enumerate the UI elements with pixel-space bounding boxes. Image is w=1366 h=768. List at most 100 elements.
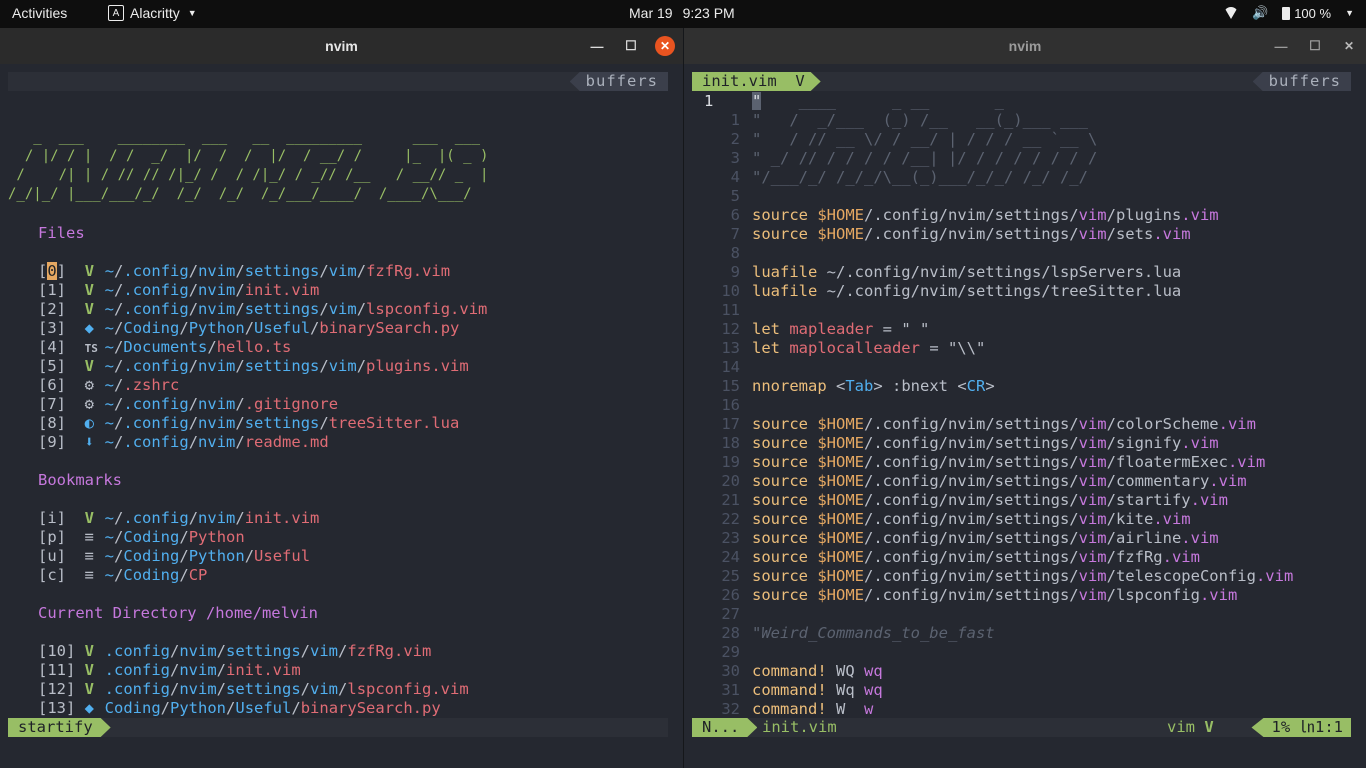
close-button[interactable]: ✕ bbox=[655, 36, 675, 56]
path-segment: nvim bbox=[179, 680, 217, 698]
vim-icon: V bbox=[786, 72, 805, 90]
code-line[interactable]: 15 nnoremap <Tab> :bnext <CR> bbox=[692, 377, 994, 396]
path-sep: / bbox=[235, 281, 245, 299]
list-item[interactable]: [p] ≡ ~/Coding/Python bbox=[38, 528, 245, 547]
path-sep: / bbox=[188, 509, 199, 527]
code-line[interactable]: 13 let maplocalleader = "\\" bbox=[692, 339, 985, 358]
line-number: 32 bbox=[721, 700, 740, 718]
path-sep: / bbox=[216, 680, 227, 698]
code-line[interactable]: 21 source $HOME/.config/nvim/settings/vim… bbox=[692, 491, 1228, 510]
line-number: 11 bbox=[721, 301, 740, 319]
list-item[interactable]: [1] V ~/.config/nvim/init.vim bbox=[38, 281, 319, 300]
code-line[interactable]: 29 bbox=[692, 643, 752, 662]
code-line[interactable]: 8 bbox=[692, 244, 752, 263]
list-item[interactable]: [10] V .config/nvim/settings/vim/fzfRg.vi… bbox=[38, 642, 431, 661]
path-segment: vim bbox=[328, 262, 357, 280]
list-item[interactable]: [4] TS ~/Documents/hello.ts bbox=[38, 338, 291, 357]
path-segment: settings bbox=[226, 680, 301, 698]
list-item[interactable]: [0] V ~/.config/nvim/settings/vim/fzfRg.v… bbox=[38, 262, 450, 281]
path-segment: ~ bbox=[104, 547, 115, 565]
list-item[interactable]: [7] ⚙ ~/.config/nvim/.gitignore bbox=[38, 395, 338, 414]
code-line[interactable]: 11 bbox=[692, 301, 752, 320]
entry-index: [13] bbox=[38, 699, 76, 717]
close-button[interactable]: ✕ bbox=[1339, 36, 1359, 56]
code-line[interactable]: 3 " _/ // / / / / /__| |/ / / / / / / / bbox=[692, 149, 1098, 168]
editor-screen[interactable]: init.vim V buffers 1 " ____ _ __ _ 1 " / _/… bbox=[692, 64, 1351, 768]
list-item[interactable]: [11] V .config/nvim/init.vim bbox=[38, 661, 301, 680]
line-number: 5 bbox=[730, 187, 740, 205]
path-segment: .config bbox=[104, 642, 170, 660]
startify-screen[interactable]: buffers _ ___ ________ ___ __ _________ … bbox=[8, 64, 668, 768]
list-item[interactable]: [2] V ~/.config/nvim/settings/vim/lspconf… bbox=[38, 300, 487, 319]
code-line[interactable]: 26 source $HOME/.config/nvim/settings/vim… bbox=[692, 586, 1237, 605]
battery-indicator: 100 % bbox=[1282, 6, 1331, 21]
path-segment: ~ bbox=[104, 300, 115, 318]
list-item[interactable]: [9] ⬇ ~/.config/nvim/readme.md bbox=[38, 433, 329, 452]
minimize-button[interactable]: — bbox=[1271, 36, 1291, 56]
path-segment: Useful bbox=[235, 699, 292, 717]
code-line[interactable]: 9 luafile ~/.config/nvim/settings/lspServ… bbox=[692, 263, 1182, 282]
code-line[interactable]: 1 " ____ _ __ _ bbox=[692, 92, 1004, 111]
code-line[interactable]: 16 bbox=[692, 396, 752, 415]
path-sep: / bbox=[235, 300, 245, 318]
path-segment: Python bbox=[170, 699, 227, 717]
code-line[interactable]: 24 source $HOME/.config/nvim/settings/vim… bbox=[692, 548, 1200, 567]
buffer-tab-active[interactable]: init.vim V bbox=[692, 72, 821, 91]
code-line[interactable]: 5 bbox=[692, 187, 752, 206]
code-line[interactable]: 4 "/___/_/ /_/_/\__(_)___/_/_/ /_/ /_/ bbox=[692, 168, 1088, 187]
code-line[interactable]: 14 bbox=[692, 358, 752, 377]
code-line[interactable]: 7 source $HOME/.config/nvim/settings/vim/… bbox=[692, 225, 1191, 244]
code-line[interactable]: 22 source $HOME/.config/nvim/settings/vim… bbox=[692, 510, 1190, 529]
code-line[interactable]: 20 source $HOME/.config/nvim/settings/vim… bbox=[692, 472, 1246, 491]
window-titlebar[interactable]: nvim — ☐ ✕ bbox=[0, 28, 683, 64]
window-titlebar[interactable]: nvim — ☐ ✕ bbox=[684, 28, 1366, 64]
entry-filename: fzfRg.vim bbox=[347, 642, 432, 660]
list-item[interactable]: [8] ◐ ~/.config/nvim/settings/treeSitter.… bbox=[38, 414, 459, 433]
code-line[interactable]: 6 source $HOME/.config/nvim/settings/vim/… bbox=[692, 206, 1219, 225]
system-tray[interactable]: 🔊 100 % ▼ bbox=[1224, 5, 1354, 21]
speaker-icon: 🔊 bbox=[1252, 5, 1269, 20]
path-sep: / bbox=[207, 338, 217, 356]
code-line[interactable]: 23 source $HOME/.config/nvim/settings/vim… bbox=[692, 529, 1219, 548]
banner-line: /_/|_/ |___/___/_/ /_/ /_/ /_/___/____/ … bbox=[8, 186, 472, 202]
code-line[interactable]: 1 " / _/___ (_) /__ __(_)___ ___ bbox=[692, 111, 1088, 130]
banner-line: / /| | / // // /|_/ / / /|_/ / _// /__ /… bbox=[8, 167, 489, 183]
line-number: 25 bbox=[721, 567, 740, 585]
list-item[interactable]: [5] V ~/.config/nvim/settings/vim/plugins… bbox=[38, 357, 469, 376]
path-segment: ~ bbox=[104, 395, 115, 413]
code-line[interactable]: 19 source $HOME/.config/nvim/settings/vim… bbox=[692, 453, 1265, 472]
maximize-button[interactable]: ☐ bbox=[621, 36, 641, 56]
list-item[interactable]: [u] ≡ ~/Coding/Python/Useful bbox=[38, 547, 310, 566]
line-text: source $HOME/.config/nvim/settings/vim/a… bbox=[752, 529, 1219, 547]
app-menu[interactable]: A Alacritty ▼ bbox=[108, 5, 197, 21]
clock[interactable]: Mar 19 9:23 PM bbox=[629, 5, 735, 21]
code-line[interactable]: 12 let mapleader = " " bbox=[692, 320, 929, 339]
code-line[interactable]: 2 " / // __ \/ / __/ | / / / __ `__ \ bbox=[692, 130, 1098, 149]
code-line[interactable]: 27 bbox=[692, 605, 752, 624]
code-line[interactable]: 32 command! W w bbox=[692, 700, 873, 719]
activities-button[interactable]: Activities bbox=[12, 5, 67, 21]
minimize-button[interactable]: — bbox=[587, 36, 607, 56]
path-segment: ~ bbox=[104, 262, 115, 280]
list-item[interactable]: [c] ≡ ~/Coding/CP bbox=[38, 566, 207, 585]
path-sep: / bbox=[114, 528, 124, 546]
section-current-dir-heading: Current Directory /home/melvin bbox=[38, 604, 318, 622]
python-icon: ◆ bbox=[84, 319, 95, 337]
code-line[interactable]: 28 "Weird_Commands_to_be_fast bbox=[692, 624, 994, 643]
code-line[interactable]: 25 source $HOME/.config/nvim/settings/vim… bbox=[692, 567, 1293, 586]
code-line[interactable]: 31 command! Wq wq bbox=[692, 681, 882, 700]
code-line[interactable]: 30 command! WQ wq bbox=[692, 662, 882, 681]
code-line[interactable]: 18 source $HOME/.config/nvim/settings/vim… bbox=[692, 434, 1218, 453]
gear-icon: ⚙ bbox=[84, 376, 95, 394]
list-item[interactable]: [3] ◆ ~/Coding/Python/Useful/binarySearch… bbox=[38, 319, 459, 338]
path-sep: / bbox=[114, 414, 124, 432]
code-line[interactable]: 17 source $HOME/.config/nvim/settings/vim… bbox=[692, 415, 1256, 434]
maximize-button[interactable]: ☐ bbox=[1305, 36, 1325, 56]
path-sep: / bbox=[356, 357, 367, 375]
code-line[interactable]: 10 luafile ~/.config/nvim/settings/treeSi… bbox=[692, 282, 1181, 301]
markdown-icon: ⬇ bbox=[84, 433, 95, 451]
list-item[interactable]: [i] V ~/.config/nvim/init.vim bbox=[38, 509, 319, 528]
list-item[interactable]: [6] ⚙ ~/.zshrc bbox=[38, 376, 179, 395]
list-item[interactable]: [12] V .config/nvim/settings/vim/lspconfi… bbox=[38, 680, 469, 699]
list-item[interactable]: [13] ◆ Coding/Python/Useful/binarySearch.… bbox=[38, 699, 441, 718]
